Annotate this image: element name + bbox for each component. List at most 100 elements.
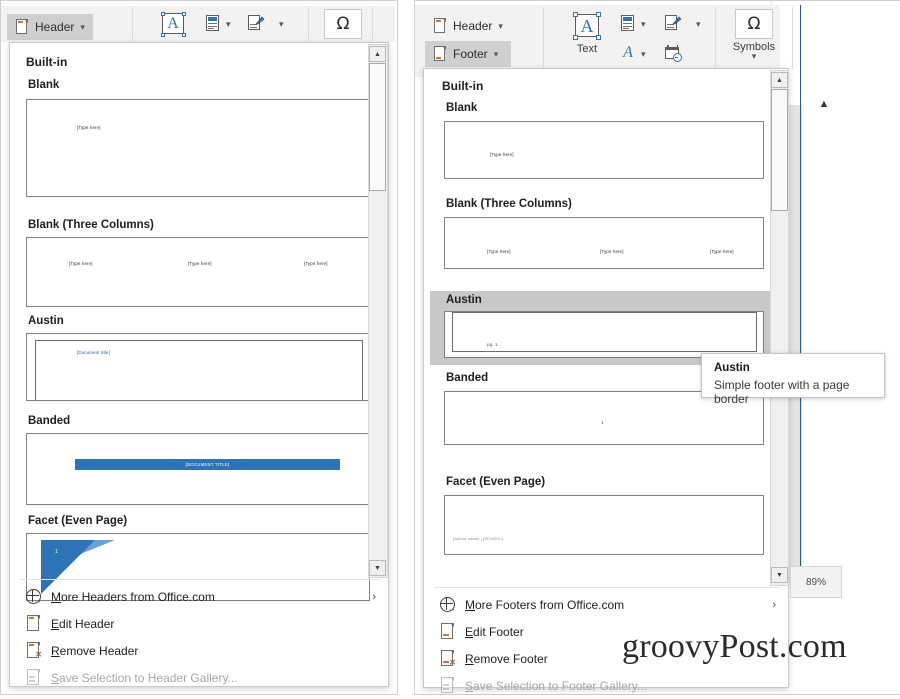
document-edge-line	[800, 5, 801, 585]
left-screenshot-panel: Header ▾ A ▾ ▾ Ω Built-in Blank [Type he…	[0, 0, 398, 695]
scroll-up-arrow-icon: ▲	[776, 76, 783, 84]
thumbnail-placeholder: [DOCUMENT TITLE]	[185, 462, 230, 467]
gallery-item-thumbnail: pg. 1	[444, 311, 764, 358]
text-group-button[interactable]: A Text	[563, 11, 611, 55]
gallery-item-blank[interactable]: Blank [Type here]	[430, 99, 770, 197]
wordart-chevron-down-icon[interactable]: ▾	[641, 50, 646, 59]
remove-footer-icon: ✕	[440, 650, 456, 667]
header-button-label: Header	[35, 20, 75, 34]
left-ribbon-separator-3	[372, 7, 373, 41]
symbols-group-button[interactable]: Ω Symbols ▾	[722, 9, 786, 61]
scrollbar-thumb[interactable]	[369, 63, 386, 191]
remove-header-command[interactable]: ✕ Remove Header	[14, 637, 386, 664]
quick-parts-chevron-down-icon[interactable]: ▾	[641, 20, 646, 29]
command-label: Edit Footer	[465, 625, 524, 639]
thumbnail-placeholder: [Type here]	[188, 261, 212, 266]
signature-line-button[interactable]	[663, 13, 683, 33]
quick-parts-button[interactable]	[203, 13, 221, 33]
command-label: Remove Header	[51, 644, 138, 658]
command-accel-key: M	[51, 589, 61, 604]
more-footers-from-office-command[interactable]: → More Footers from Office.com ›	[428, 591, 786, 618]
command-label: More Headers from Office.com	[51, 590, 215, 604]
gallery-command-separator	[20, 579, 380, 580]
gallery-item-blank-three-columns[interactable]: Blank (Three Columns) [Type here] [Type …	[430, 195, 770, 293]
thumbnail-placeholder: [Author name] | [SCHOOL]	[453, 536, 503, 541]
symbols-group-button[interactable]: Ω	[322, 9, 364, 39]
scroll-up-arrow-icon: ▲	[374, 50, 381, 58]
gallery-item-banded[interactable]: Banded [DOCUMENT TITLE]	[18, 411, 370, 521]
omega-icon: Ω	[735, 9, 773, 39]
right-ribbon-separator-1	[543, 7, 544, 69]
austin-footer-tooltip: Austin Simple footer with a page border	[701, 353, 885, 406]
quick-parts-button[interactable]	[618, 13, 636, 33]
command-accel-key: E	[465, 624, 474, 639]
chevron-up-icon: ▲	[818, 97, 830, 110]
quick-parts-chevron-down-icon[interactable]: ▾	[226, 20, 231, 29]
quick-parts-icon	[620, 15, 634, 31]
gallery-item-thumbnail: [Type here]	[444, 121, 764, 179]
save-gallery-icon	[440, 677, 455, 694]
header-button-label: Header	[453, 19, 493, 33]
scroll-up-button[interactable]: ▲	[369, 46, 386, 62]
gallery-item-title: Blank (Three Columns)	[28, 219, 154, 231]
collapse-ribbon-button[interactable]: ▲	[813, 96, 835, 112]
command-label: Save Selection to Header Gallery...	[51, 671, 238, 685]
command-label-rest: emove Header	[59, 643, 139, 658]
gallery-item-thumbnail: [Document title]	[26, 333, 370, 401]
signature-line-chevron-down-icon[interactable]: ▾	[696, 20, 701, 29]
gallery-item-title: Blank	[28, 79, 60, 91]
gallery-section-title: Built-in	[442, 79, 484, 93]
symbols-chevron-down-icon[interactable]: ▾	[752, 52, 757, 61]
more-headers-from-office-command[interactable]: → More Headers from Office.com ›	[14, 583, 386, 610]
scrollbar-thumb[interactable]	[771, 89, 788, 211]
thumbnail-placeholder: [Type here]	[69, 261, 93, 266]
scroll-down-arrow-icon: ▼	[374, 564, 381, 572]
thumbnail-placeholder: [Type here]	[600, 249, 624, 254]
footer-button[interactable]: Footer ▾	[425, 41, 511, 67]
edit-footer-icon	[440, 623, 455, 640]
command-accel-key: M	[465, 597, 475, 612]
right-ribbon-separator-3	[792, 7, 793, 69]
chevron-down-icon: ▾	[493, 48, 499, 59]
command-label: More Footers from Office.com	[465, 598, 624, 612]
submenu-arrow-icon: ›	[772, 598, 776, 611]
command-accel-key: S	[51, 670, 60, 685]
edit-header-command[interactable]: Edit Header	[14, 610, 386, 637]
header-button[interactable]: Header ▾	[425, 13, 511, 39]
scroll-down-arrow-icon: ▼	[776, 571, 783, 579]
command-accel-key: S	[465, 678, 474, 693]
thumbnail-placeholder: pg. 1	[487, 342, 498, 347]
signature-line-button[interactable]	[246, 13, 266, 33]
right-ribbon-separator-2	[715, 7, 716, 69]
scroll-down-button[interactable]: ▼	[369, 560, 386, 576]
scroll-down-button[interactable]: ▼	[771, 567, 788, 583]
gallery-item-blank[interactable]: Blank [Type here]	[18, 75, 370, 215]
date-time-button[interactable]	[663, 43, 683, 63]
thumbnail-placeholder: 1	[55, 549, 58, 555]
header-gallery-dropdown: Built-in Blank [Type here] Blank (Three …	[9, 42, 389, 687]
gallery-command-separator	[434, 587, 780, 588]
text-group-button[interactable]: A	[153, 11, 193, 37]
zoom-level-indicator[interactable]: 89%	[790, 566, 842, 598]
thumbnail-placeholder: [Type here]	[710, 249, 734, 254]
globe-icon: →	[440, 597, 456, 613]
scroll-up-button[interactable]: ▲	[771, 72, 788, 88]
signature-line-chevron-down-icon[interactable]: ▾	[279, 20, 284, 29]
command-label-rest: ave Selection to Header Gallery...	[59, 670, 238, 685]
header-button[interactable]: Header ▾	[7, 14, 93, 40]
gallery-item-title: Blank (Three Columns)	[446, 198, 572, 210]
screenshot-root: Header ▾ A ▾ ▾ Ω Built-in Blank [Type he…	[0, 0, 900, 697]
document-right-margin	[802, 5, 899, 585]
zoom-level-label: 89%	[805, 576, 826, 588]
thumbnail-placeholder: 1	[601, 420, 604, 425]
footer-button-label: Footer	[453, 47, 488, 61]
gallery-item-facet-even-page[interactable]: Facet (Even Page) [Author name] | [SCHOO…	[430, 467, 770, 567]
gallery-item-austin[interactable]: Austin [Document title]	[18, 311, 370, 421]
thumbnail-placeholder: [Type here]	[490, 152, 514, 157]
gallery-item-title: Facet (Even Page)	[446, 476, 546, 488]
text-box-icon: A	[158, 11, 188, 37]
command-accel-key: R	[51, 643, 60, 658]
thumbnail-placeholder: [Type here]	[487, 249, 511, 254]
gallery-item-title: Banded	[446, 372, 489, 384]
wordart-button[interactable]: A	[618, 43, 638, 63]
